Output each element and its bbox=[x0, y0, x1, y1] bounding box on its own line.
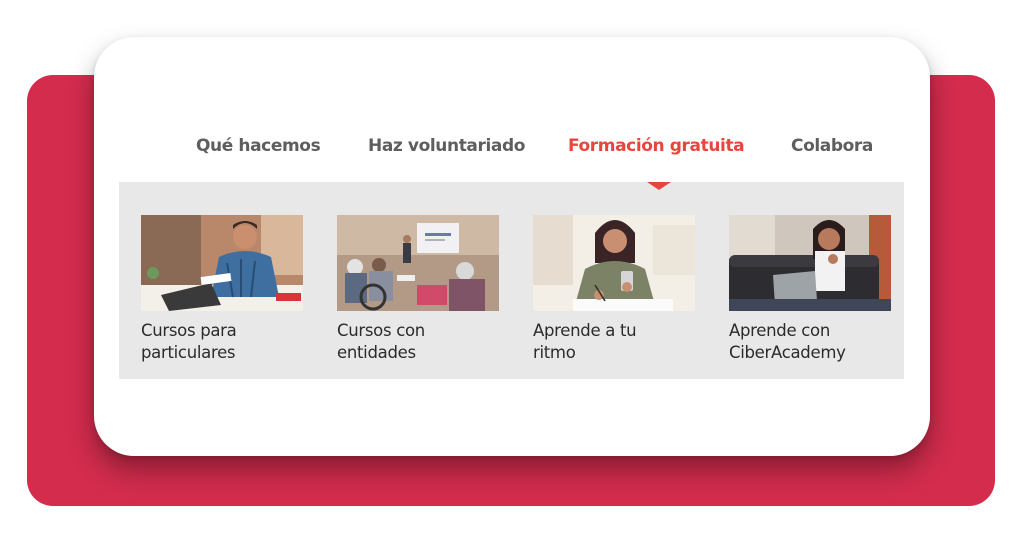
nav-item-colabora[interactable]: Colabora bbox=[791, 136, 873, 156]
tile-cursos-entidades[interactable]: Cursos con entidades bbox=[337, 215, 499, 364]
main-nav: Qué hacemos Haz voluntariado Formación g… bbox=[0, 136, 1024, 160]
tile-label: Cursos con entidades bbox=[337, 321, 425, 362]
classroom-seniors-photo bbox=[337, 215, 499, 311]
tile-label: Cursos para particulares bbox=[141, 321, 237, 362]
nav-item-haz-voluntariado[interactable]: Haz voluntariado bbox=[368, 136, 525, 156]
nav-item-que-hacemos[interactable]: Qué hacemos bbox=[196, 136, 321, 156]
man-laptop-photo bbox=[141, 215, 303, 311]
page-stage: Qué hacemos Haz voluntariado Formación g… bbox=[0, 0, 1024, 536]
tile-label: Aprende a tu ritmo bbox=[533, 321, 637, 362]
woman-sofa-laptop-photo bbox=[729, 215, 891, 311]
woman-phone-notes-photo bbox=[533, 215, 695, 311]
tile-label: Aprende con CiberAcademy bbox=[729, 321, 846, 362]
tile-aprende-ciberacademy[interactable]: Aprende con CiberAcademy bbox=[729, 215, 891, 364]
tile-cursos-particulares[interactable]: Cursos para particulares bbox=[141, 215, 303, 364]
active-caret-indicator bbox=[647, 182, 671, 190]
nav-item-formacion-gratuita[interactable]: Formación gratuita bbox=[568, 136, 745, 156]
tile-aprende-ritmo[interactable]: Aprende a tu ritmo bbox=[533, 215, 695, 364]
